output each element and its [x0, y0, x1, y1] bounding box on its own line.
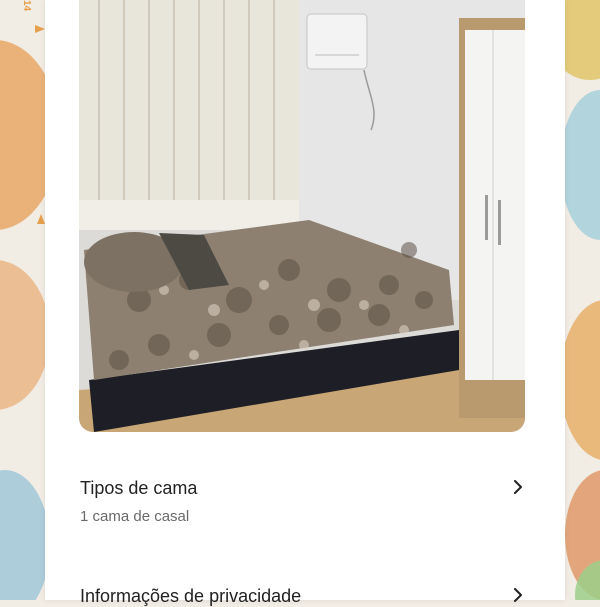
bed-types-title: Tipos de cama	[80, 478, 198, 498]
watercolor-blob	[0, 260, 50, 410]
watercolor-blob	[0, 470, 50, 600]
room-photo[interactable]	[79, 0, 525, 432]
privacy-info-title: Informações de privacidade	[80, 586, 302, 606]
watercolor-blob	[560, 90, 600, 240]
triangle-marker-icon	[35, 25, 45, 33]
listing-sheet: Tipos de cama 1 cama de casal Informaçõe…	[45, 0, 565, 606]
triangle-marker-icon	[37, 214, 45, 224]
chevron-right-icon[interactable]	[511, 480, 525, 494]
edge-number: 14	[21, 0, 32, 12]
watercolor-blob	[560, 300, 600, 460]
bed-types-subtitle: 1 cama de casal	[80, 508, 190, 525]
